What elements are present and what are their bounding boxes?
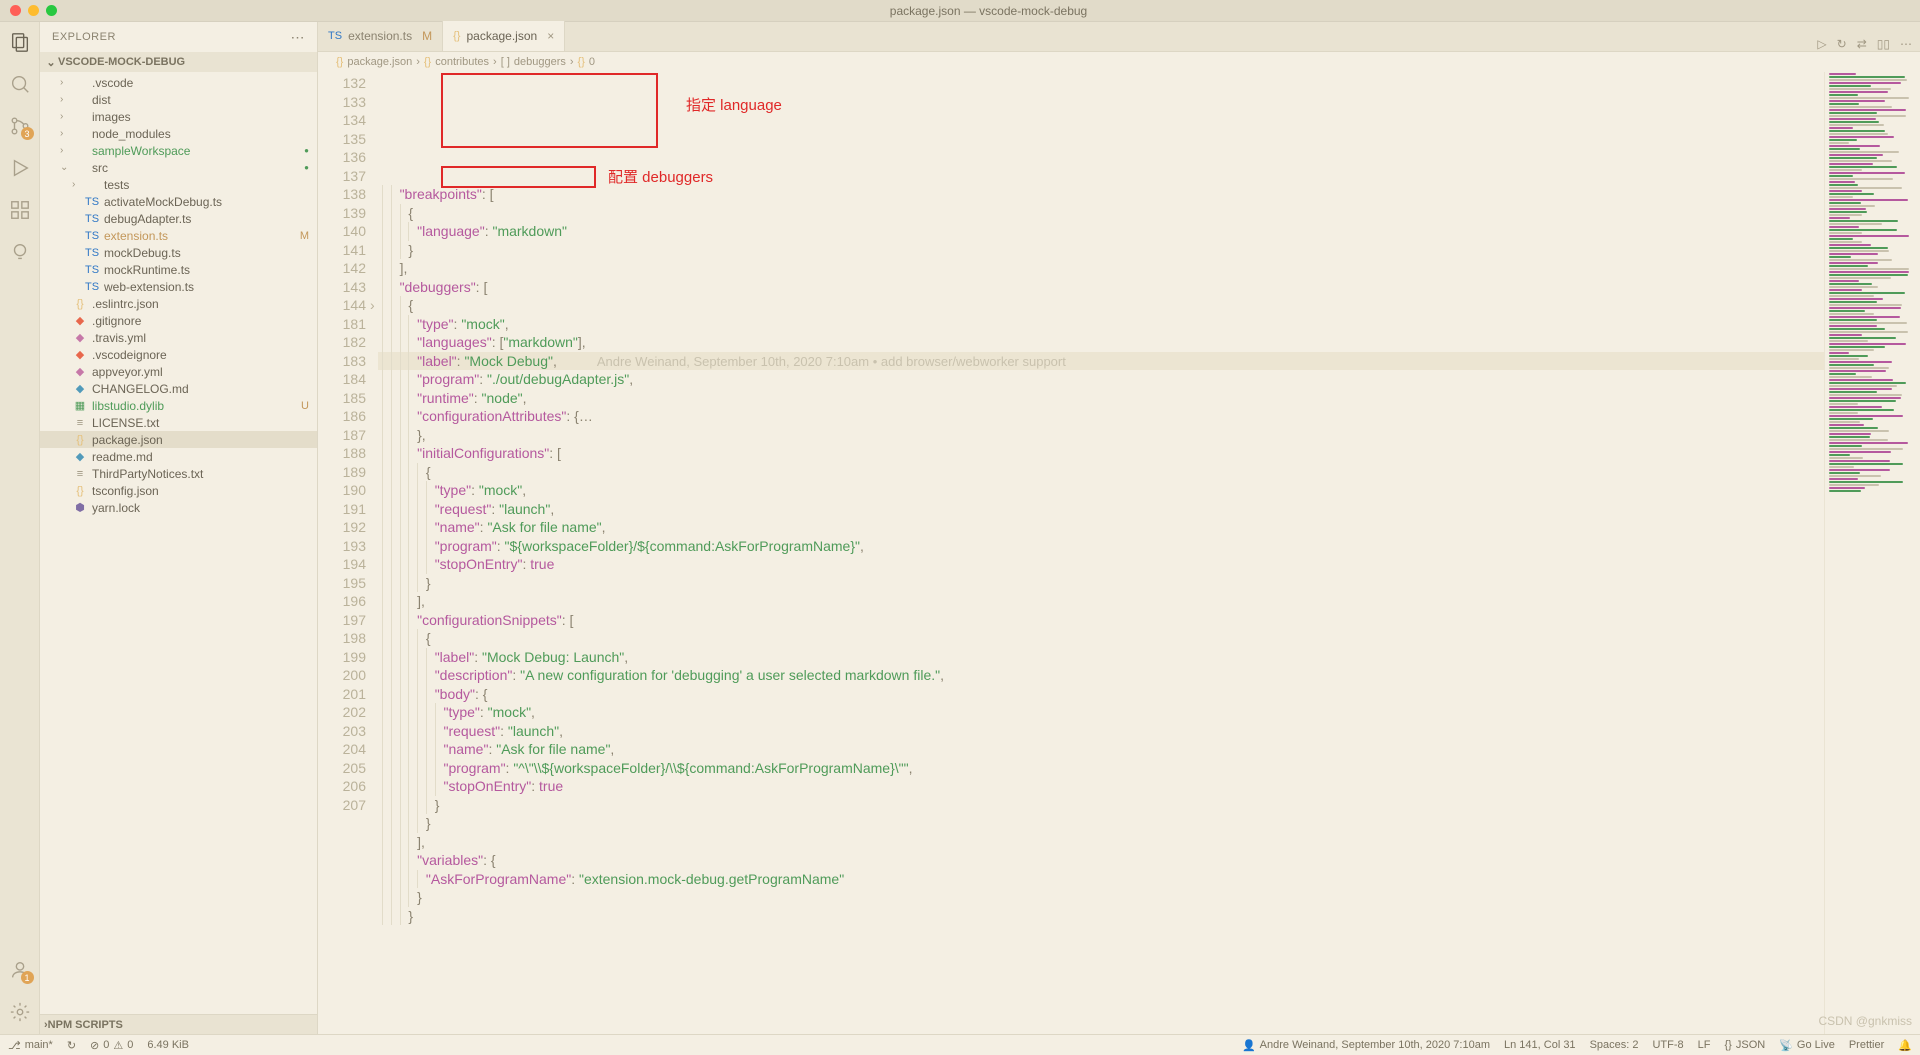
status-prettier[interactable]: Prettier bbox=[1849, 1039, 1884, 1051]
status-golive[interactable]: 📡 Go Live bbox=[1779, 1039, 1835, 1052]
line-gutter: 1321331341351361371381391401411421431441… bbox=[318, 72, 378, 1034]
file-item[interactable]: TSdebugAdapter.ts bbox=[40, 210, 317, 227]
lightbulb-icon[interactable] bbox=[8, 240, 32, 264]
file-item[interactable]: TSmockDebug.ts bbox=[40, 244, 317, 261]
file-item[interactable]: {}package.json bbox=[40, 431, 317, 448]
close-window[interactable] bbox=[10, 5, 21, 16]
minimap[interactable] bbox=[1824, 72, 1920, 1034]
minimize-window[interactable] bbox=[28, 5, 39, 16]
maximize-window[interactable] bbox=[46, 5, 57, 16]
gear-icon[interactable] bbox=[8, 1000, 32, 1024]
statusbar: ⎇ main* ↻ ⊘ 0 ⚠ 0 6.49 KiB 👤 Andre Weina… bbox=[0, 1034, 1920, 1055]
status-branch[interactable]: ⎇ main* bbox=[8, 1039, 53, 1052]
status-problems[interactable]: ⊘ 0 ⚠ 0 bbox=[90, 1039, 133, 1052]
explorer-label: EXPLORER bbox=[52, 31, 116, 43]
file-item[interactable]: ◆.gitignore bbox=[40, 312, 317, 329]
file-item[interactable]: TSextension.tsM bbox=[40, 227, 317, 244]
file-item[interactable]: ◆.travis.yml bbox=[40, 329, 317, 346]
status-position[interactable]: Ln 141, Col 31 bbox=[1504, 1039, 1576, 1051]
play-icon[interactable]: ▷ bbox=[1817, 37, 1826, 51]
file-item[interactable]: ◆CHANGELOG.md bbox=[40, 380, 317, 397]
folder-item[interactable]: ›tests bbox=[40, 176, 317, 193]
accounts-badge: 1 bbox=[21, 971, 34, 984]
watermark: CSDN @gnkmiss bbox=[1818, 1014, 1912, 1028]
code-content[interactable]: 指定 language 配置 debuggers "breakpoints": … bbox=[378, 72, 1824, 1034]
tab-package-json[interactable]: {}package.json× bbox=[443, 21, 565, 51]
file-item[interactable]: ◆appveyor.yml bbox=[40, 363, 317, 380]
window-controls bbox=[0, 5, 57, 16]
file-item[interactable]: TSactivateMockDebug.ts bbox=[40, 193, 317, 210]
tab-extension-ts[interactable]: TSextension.tsM bbox=[318, 21, 443, 51]
folder-item[interactable]: ›sampleWorkspace● bbox=[40, 142, 317, 159]
more-icon[interactable]: ⋯ bbox=[291, 29, 306, 46]
file-item[interactable]: {}.eslintrc.json bbox=[40, 295, 317, 312]
status-blame[interactable]: 👤 Andre Weinand, September 10th, 2020 7:… bbox=[1242, 1039, 1490, 1052]
scm-icon[interactable]: 3 bbox=[8, 114, 32, 138]
breadcrumb[interactable]: {} package.json› {}contributes› [ ]debug… bbox=[318, 52, 1920, 72]
sidebar: EXPLORER ⋯ ⌄VSCODE-MOCK-DEBUG ›.vscode›d… bbox=[40, 22, 318, 1034]
refresh-icon[interactable]: ↻ bbox=[1837, 37, 1847, 51]
json-icon: {} bbox=[336, 56, 343, 68]
file-tree: ›.vscode›dist›images›node_modules›sample… bbox=[40, 72, 317, 1014]
status-size: 6.49 KiB bbox=[147, 1039, 189, 1051]
accounts-icon[interactable]: 1 bbox=[8, 958, 32, 982]
file-item[interactable]: ◆.vscodeignore bbox=[40, 346, 317, 363]
status-sync[interactable]: ↻ bbox=[67, 1039, 76, 1052]
file-item[interactable]: ◆readme.md bbox=[40, 448, 317, 465]
activitybar: 3 1 bbox=[0, 22, 40, 1034]
status-bell[interactable]: 🔔 bbox=[1898, 1039, 1912, 1052]
annotation-1: 指定 language bbox=[686, 97, 782, 116]
more-icon[interactable]: ⋯ bbox=[1900, 37, 1912, 51]
folder-item[interactable]: ⌄src● bbox=[40, 159, 317, 176]
window-title: package.json — vscode-mock-debug bbox=[57, 4, 1920, 18]
project-section[interactable]: ⌄VSCODE-MOCK-DEBUG bbox=[40, 52, 317, 72]
sidebar-header: EXPLORER ⋯ bbox=[40, 22, 317, 52]
npm-section[interactable]: ›NPM SCRIPTS bbox=[40, 1014, 317, 1034]
code-editor[interactable]: 1321331341351361371381391401411421431441… bbox=[318, 72, 1920, 1034]
annotation-box-1 bbox=[441, 73, 658, 148]
file-item[interactable]: {}tsconfig.json bbox=[40, 482, 317, 499]
search-icon[interactable] bbox=[8, 72, 32, 96]
file-item[interactable]: ⬢yarn.lock bbox=[40, 499, 317, 516]
status-lang[interactable]: {} JSON bbox=[1725, 1039, 1766, 1051]
tab-actions: ▷ ↻ ⇄ ▯▯ ⋯ bbox=[1817, 37, 1920, 51]
file-item[interactable]: TSweb-extension.ts bbox=[40, 278, 317, 295]
file-item[interactable]: ≡LICENSE.txt bbox=[40, 414, 317, 431]
editor-area: TSextension.tsM{}package.json× ▷ ↻ ⇄ ▯▯ ⋯ {} … bbox=[318, 22, 1920, 1034]
file-item[interactable]: ≡ThirdPartyNotices.txt bbox=[40, 465, 317, 482]
debug-icon[interactable] bbox=[8, 156, 32, 180]
status-eol[interactable]: LF bbox=[1698, 1039, 1711, 1051]
folder-item[interactable]: ›.vscode bbox=[40, 74, 317, 91]
diff-icon[interactable]: ⇄ bbox=[1857, 37, 1867, 51]
status-spaces[interactable]: Spaces: 2 bbox=[1590, 1039, 1639, 1051]
folder-item[interactable]: ›dist bbox=[40, 91, 317, 108]
scm-badge: 3 bbox=[21, 127, 34, 140]
tabbar: TSextension.tsM{}package.json× ▷ ↻ ⇄ ▯▯ ⋯ bbox=[318, 22, 1920, 52]
status-encoding[interactable]: UTF-8 bbox=[1652, 1039, 1683, 1051]
file-item[interactable]: TSmockRuntime.ts bbox=[40, 261, 317, 278]
split-icon[interactable]: ▯▯ bbox=[1877, 37, 1890, 51]
folder-item[interactable]: ›node_modules bbox=[40, 125, 317, 142]
extensions-icon[interactable] bbox=[8, 198, 32, 222]
file-item[interactable]: ▦libstudio.dylibU bbox=[40, 397, 317, 414]
titlebar: package.json — vscode-mock-debug bbox=[0, 0, 1920, 22]
explorer-icon[interactable] bbox=[8, 30, 32, 54]
folder-item[interactable]: ›images bbox=[40, 108, 317, 125]
